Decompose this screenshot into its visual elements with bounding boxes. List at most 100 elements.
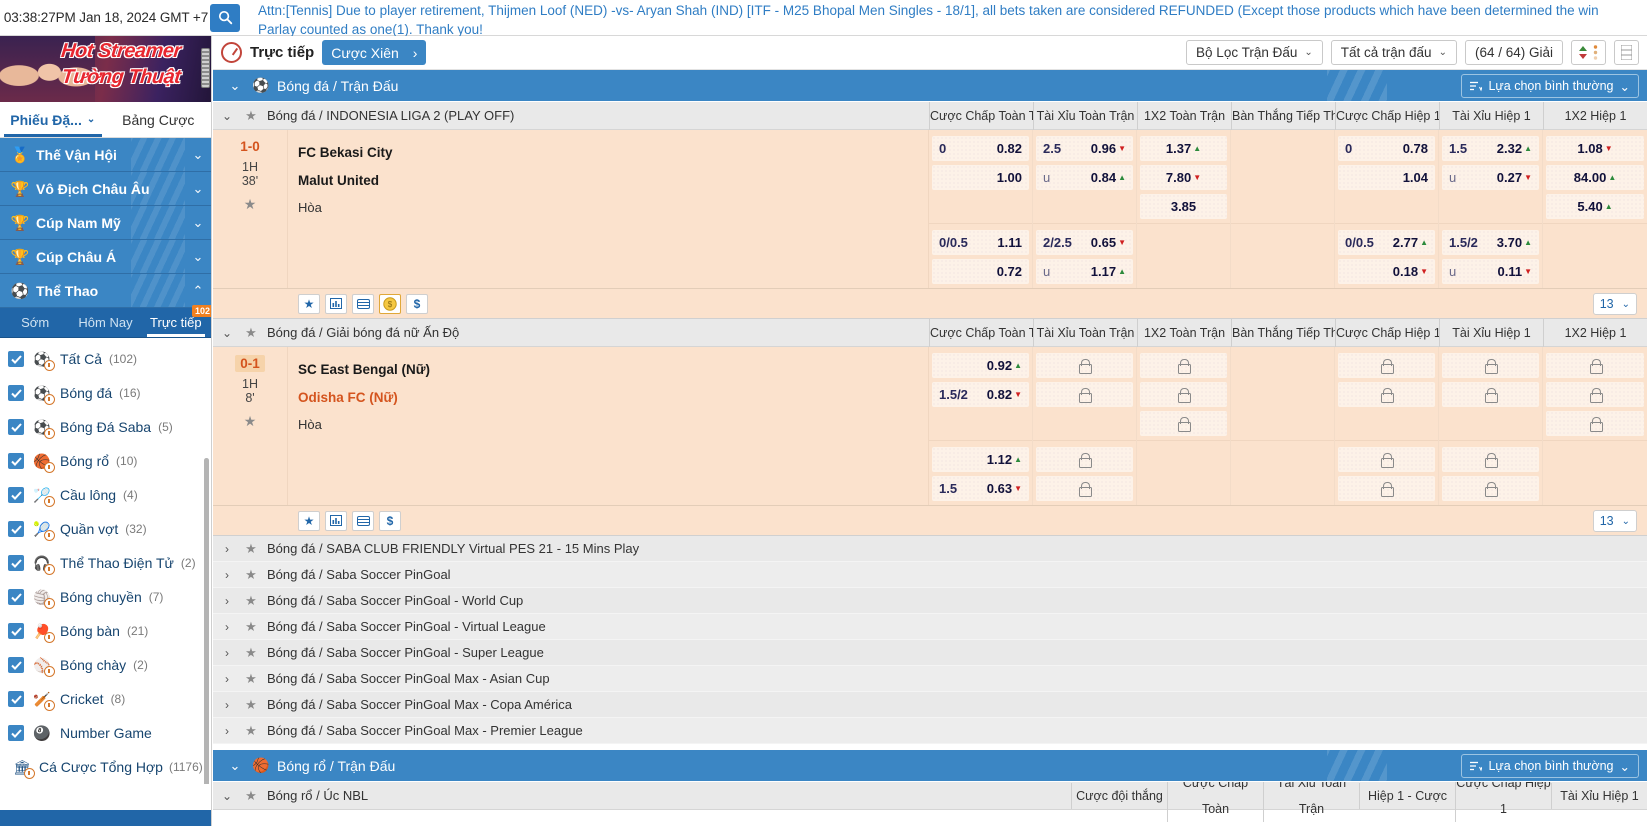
checkbox-tennis[interactable]	[8, 521, 24, 537]
collapsed-league-5[interactable]: › ★ Bóng đá / Saba Soccer PinGoal Max - …	[213, 666, 1647, 692]
sidebar-item-cricket[interactable]: 🏏 Cricket (8)	[0, 682, 211, 716]
sidebar-item-tabletennis[interactable]: 🏓 Bóng bàn (21)	[0, 614, 211, 648]
odds-cell[interactable]: u 0.27 ▼	[1442, 165, 1539, 190]
soccer-display-mode-dropdown[interactable]: Lựa chọn bình thường ⌄	[1461, 74, 1639, 98]
collapsed-league-0[interactable]: › ★ Bóng đá / SABA CLUB FRIENDLY Virtual…	[213, 536, 1647, 562]
checkbox-badminton[interactable]	[8, 487, 24, 503]
odds-cell[interactable]: 1.5/2 3.70 ▲	[1442, 230, 1539, 255]
sidebar-item-badminton[interactable]: 🏸 Cầu lông (4)	[0, 478, 211, 512]
odds-cell[interactable]: 1.5 0.63 ▼	[932, 476, 1029, 501]
league-header-nbl[interactable]: ⌄ ★ Bóng rổ / Úc NBL Cược đội thắng Cược…	[213, 769, 1647, 822]
announcement-ticker[interactable]: Attn:[Tennis] Due to player retirement, …	[240, 0, 1647, 36]
star-icon[interactable]: ★	[241, 788, 261, 804]
sidebar-item-all[interactable]: ⚽ Tất Cả (102)	[0, 342, 211, 376]
collapsed-league-6[interactable]: › ★ Bóng đá / Saba Soccer PinGoal Max - …	[213, 692, 1647, 718]
checkbox-baseball[interactable]	[8, 657, 24, 673]
checkbox-all[interactable]	[8, 351, 24, 367]
stats-icon[interactable]	[325, 510, 347, 531]
chevron-right-icon[interactable]: ›	[213, 620, 241, 634]
odds-cell[interactable]: 1.08 ▼	[1546, 136, 1644, 161]
sort-icon[interactable]	[1571, 40, 1606, 65]
section-soccer[interactable]: ⌄ ⚽ Bóng đá / Trận Đấu Lựa chọn bình thư…	[213, 70, 1647, 102]
stats-icon[interactable]	[325, 293, 347, 314]
tab-early[interactable]: Sớm	[0, 308, 70, 337]
sidebar-section-asiancup[interactable]: 🏆 Cúp Châu Á ⌄	[0, 240, 211, 274]
odds-cell[interactable]: 0 0.82	[932, 136, 1029, 161]
odds-cell[interactable]: 2.5 0.96 ▼	[1036, 136, 1133, 161]
star-icon[interactable]: ★	[241, 697, 261, 713]
chevron-down-icon[interactable]: ⌄	[213, 326, 241, 340]
chevron-right-icon[interactable]: ›	[213, 698, 241, 712]
chevron-right-icon[interactable]: ›	[213, 568, 241, 582]
sidebar-item-saba-soccer[interactable]: ⚽ Bóng Đá Saba (5)	[0, 410, 211, 444]
sidebar-scrollbar-thumb[interactable]	[204, 458, 209, 784]
odds-cell[interactable]: 1.04	[1338, 165, 1435, 190]
odds-cell[interactable]: 3.85	[1140, 194, 1227, 219]
sidebar-item-volleyball[interactable]: 🏐 Bóng chuyền (7)	[0, 580, 211, 614]
star-icon[interactable]: ★	[241, 567, 261, 583]
chevron-right-icon[interactable]: ›	[213, 646, 241, 660]
sidebar-item-mixparlay[interactable]: 🏛 Cá Cược Tổng Hợp (1176)	[0, 750, 211, 784]
tab-live[interactable]: Trực tiếp 102	[141, 305, 211, 337]
all-matches-dropdown[interactable]: Tất cả trận đấu ⌄	[1330, 40, 1457, 65]
chevron-right-icon[interactable]: ›	[213, 542, 241, 556]
star-icon[interactable]: ★	[241, 593, 261, 609]
star-icon[interactable]: ★	[298, 293, 320, 314]
star-icon[interactable]: ★	[241, 671, 261, 687]
match-filter-dropdown[interactable]: Bộ Lọc Trận Đấu ⌄	[1186, 40, 1323, 65]
cashout-icon[interactable]: $	[406, 293, 428, 314]
checkbox-tabletennis[interactable]	[8, 623, 24, 639]
star-icon[interactable]: ★	[241, 645, 261, 661]
tab-today[interactable]: Hôm Nay	[70, 308, 140, 337]
chevron-right-icon[interactable]: ›	[213, 724, 241, 738]
promo-banner[interactable]: Hot Streamer Tường Thuật	[0, 36, 211, 102]
sidebar-section-sports[interactable]: ⚽ Thể Thao ⌃	[0, 274, 211, 308]
parlay-button[interactable]: Cược Xiên ›	[322, 40, 427, 65]
collapsed-league-1[interactable]: › ★ Bóng đá / Saba Soccer PinGoal	[213, 562, 1647, 588]
odds-cell[interactable]: u 1.17 ▲	[1036, 259, 1133, 284]
star-icon[interactable]: ★	[298, 510, 320, 531]
collapsed-league-3[interactable]: › ★ Bóng đá / Saba Soccer PinGoal - Virt…	[213, 614, 1647, 640]
search-icon[interactable]	[210, 3, 240, 32]
checkbox-cricket[interactable]	[8, 691, 24, 707]
checkbox-volleyball[interactable]	[8, 589, 24, 605]
odds-cell[interactable]: 1.12 ▲	[932, 447, 1029, 472]
odds-cell[interactable]: 0/0.5 2.77 ▲	[1338, 230, 1435, 255]
cashout-icon[interactable]: $	[379, 510, 401, 531]
sidebar-item-number-game[interactable]: 🎱 Number Game	[0, 716, 211, 750]
sidebar-item-baseball[interactable]: ⚾ Bóng chày (2)	[0, 648, 211, 682]
sidebar-item-soccer[interactable]: ⚽ Bóng đá (16)	[0, 376, 211, 410]
odds-cell[interactable]: 1.5/2 0.82 ▼	[932, 382, 1029, 407]
grid-icon[interactable]	[1614, 40, 1639, 65]
odds-cell[interactable]: 7.80 ▼	[1140, 165, 1227, 190]
collapsed-league-4[interactable]: › ★ Bóng đá / Saba Soccer PinGoal - Supe…	[213, 640, 1647, 666]
checkbox-esports[interactable]	[8, 555, 24, 571]
chevron-down-icon[interactable]: ⌄	[213, 789, 241, 803]
odds-cell[interactable]: 0.18 ▼	[1338, 259, 1435, 284]
odds-cell[interactable]: 1.5 2.32 ▲	[1442, 136, 1539, 161]
star-icon[interactable]: ★	[241, 108, 261, 124]
odds-cell[interactable]: 2/2.5 0.65 ▼	[1036, 230, 1133, 255]
chevron-right-icon[interactable]: ›	[213, 672, 241, 686]
video-icon[interactable]	[352, 510, 374, 531]
coin-icon[interactable]: $	[379, 293, 401, 314]
odds-cell[interactable]: 0 0.78	[1338, 136, 1435, 161]
star-icon[interactable]: ★	[241, 723, 261, 739]
sidebar-section-copa[interactable]: 🏆 Cúp Nam Mỹ ⌄	[0, 206, 211, 240]
drag-handle[interactable]	[201, 48, 210, 88]
collapsed-league-2[interactable]: › ★ Bóng đá / Saba Soccer PinGoal - Worl…	[213, 588, 1647, 614]
collapsed-league-7[interactable]: › ★ Bóng đá / Saba Soccer PinGoal Max - …	[213, 718, 1647, 744]
checkbox-basketball[interactable]	[8, 453, 24, 469]
tab-betslip[interactable]: Phiếu Đặ... ⌄	[0, 102, 106, 137]
star-icon[interactable]: ★	[241, 619, 261, 635]
tab-betlist[interactable]: Bảng Cược	[106, 102, 212, 137]
sidebar-section-euro[interactable]: 🏆 Vô Địch Châu Âu ⌄	[0, 172, 211, 206]
odds-cell[interactable]: 0.72	[932, 259, 1029, 284]
odds-cell[interactable]: u 0.84 ▲	[1036, 165, 1133, 190]
basketball-display-mode-dropdown[interactable]: Lựa chọn bình thường ⌄	[1461, 754, 1639, 778]
sidebar-item-tennis[interactable]: 🎾 Quần vợt (32)	[0, 512, 211, 546]
favorite-star-icon[interactable]: ★	[213, 196, 287, 213]
odds-cell[interactable]: 1.37 ▲	[1140, 136, 1227, 161]
sidebar-item-basketball[interactable]: 🏀 Bóng rổ (10)	[0, 444, 211, 478]
section-basketball[interactable]: ⌄ 🏀 Bóng rổ / Trận Đấu Lựa chọn bình thư…	[213, 750, 1647, 782]
